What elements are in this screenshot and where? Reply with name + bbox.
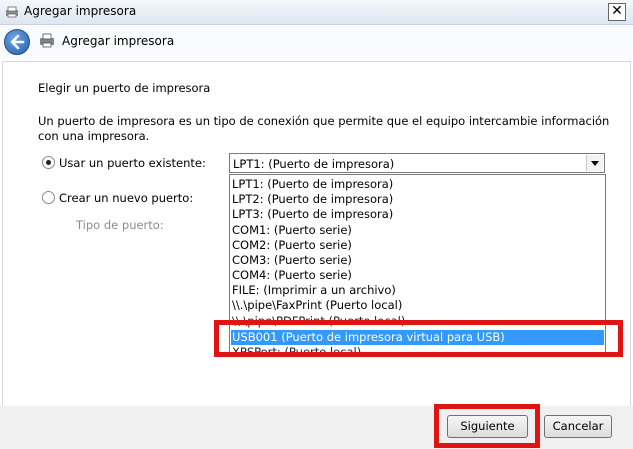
close-button[interactable]: ✕ <box>608 3 626 21</box>
port-type-label: Tipo de puerto: <box>76 218 164 232</box>
annotation-highlight-usb <box>214 320 623 357</box>
existing-port-label[interactable]: Usar un puerto existente: <box>59 156 206 170</box>
port-option-com2[interactable]: COM2: (Puerto serie) <box>232 238 352 253</box>
port-option-lpt1[interactable]: LPT1: (Puerto de impresora) <box>232 177 393 192</box>
window-title: Agregar impresora <box>24 4 137 18</box>
back-button[interactable] <box>4 29 30 55</box>
port-select[interactable]: LPT1: (Puerto de impresora) <box>229 153 605 173</box>
nav-title: Agregar impresora <box>62 34 175 48</box>
selected-port-value: LPT1: (Puerto de impresora) <box>233 157 395 171</box>
port-option-com3[interactable]: COM3: (Puerto serie) <box>232 253 352 268</box>
annotation-highlight-next <box>434 404 540 448</box>
cancel-button[interactable]: Cancelar <box>544 415 612 438</box>
port-option-lpt3[interactable]: LPT3: (Puerto de impresora) <box>232 207 393 222</box>
existing-port-radio[interactable] <box>42 156 55 169</box>
port-option-com1[interactable]: COM1: (Puerto serie) <box>232 223 352 238</box>
navigation-bar: Agregar impresora <box>0 25 633 59</box>
port-option-lpt2[interactable]: LPT2: (Puerto de impresora) <box>232 192 393 207</box>
back-arrow-icon <box>10 34 25 50</box>
new-port-radio[interactable] <box>42 191 55 204</box>
chevron-down-icon[interactable] <box>586 155 603 171</box>
title-bar: Agregar impresora ✕ <box>0 0 633 25</box>
port-option-com4[interactable]: COM4: (Puerto serie) <box>232 268 352 283</box>
printer-icon <box>38 33 56 51</box>
port-description: Un puerto de impresora es un tipo de con… <box>38 114 610 143</box>
port-option-file[interactable]: FILE: (Imprimir a un archivo) <box>232 283 396 298</box>
printer-icon <box>4 6 20 21</box>
new-port-label[interactable]: Crear un nuevo puerto: <box>59 191 193 205</box>
port-option-faxprint[interactable]: \\.\pipe\FaxPrint (Puerto local) <box>232 298 402 313</box>
page-heading: Elegir un puerto de impresora <box>38 81 211 95</box>
